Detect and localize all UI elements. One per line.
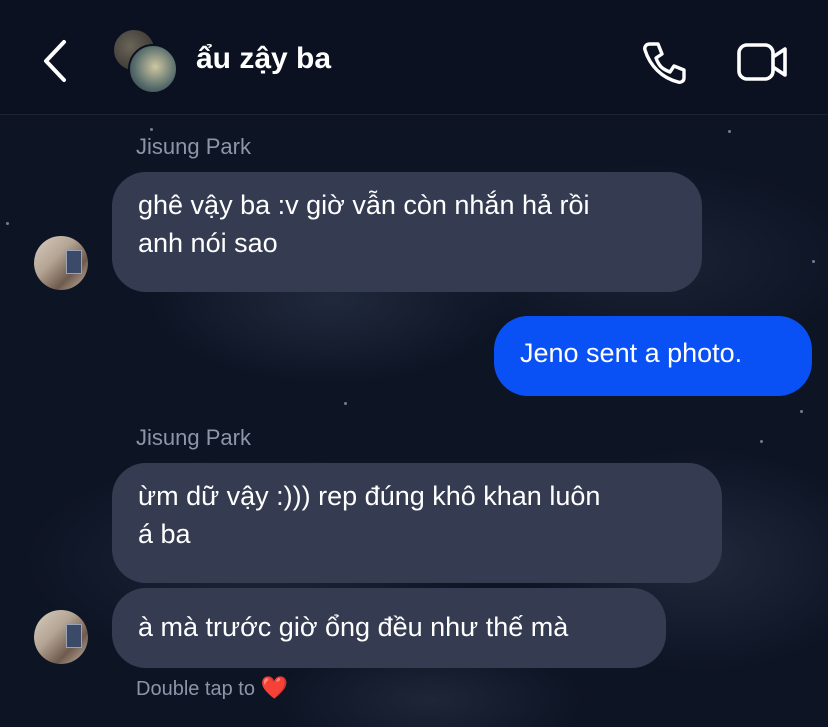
message-text: ghê vậy ba :v giờ vẫn còn nhắn hả rồi (138, 190, 590, 220)
message-text: Jeno sent a photo. (520, 338, 743, 368)
sender-avatar[interactable] (34, 610, 88, 664)
video-call-button[interactable] (736, 40, 790, 84)
message-bubble[interactable]: à mà trước giờ ổng đều như thế mà (112, 588, 666, 668)
message-bubble-outgoing[interactable]: Jeno sent a photo. (494, 316, 812, 396)
hint-text: Double tap to (136, 678, 255, 700)
thread-title[interactable]: ẩu zậy ba (196, 42, 331, 76)
group-avatar[interactable] (112, 28, 180, 94)
message-text: à mà trước giờ ổng đều như thế mà (138, 612, 569, 642)
message-bubble[interactable]: ghê vậy ba :v giờ vẫn còn nhắn hả rồi an… (112, 172, 702, 292)
heart-icon: ❤️ (260, 675, 288, 700)
chat-header: ẩu zậy ba (0, 0, 828, 115)
back-button[interactable] (36, 36, 76, 86)
message-text: anh nói sao (138, 228, 278, 258)
sender-name: Jisung Park (136, 134, 251, 159)
message-bubble[interactable]: ừm dữ vậy :))) rep đúng khô khan luôn á … (112, 463, 722, 583)
sender-avatar[interactable] (34, 236, 88, 290)
phone-icon (643, 42, 686, 84)
voice-call-button[interactable] (640, 38, 688, 86)
member-avatar (128, 44, 178, 94)
message-text: á ba (138, 519, 191, 549)
video-camera-icon (737, 43, 787, 81)
message-text: ừm dữ vậy :))) rep đúng khô khan luôn (138, 481, 601, 511)
double-tap-hint: Double tap to ❤️ (136, 675, 288, 701)
sender-name: Jisung Park (136, 425, 251, 450)
chevron-left-icon (44, 40, 66, 82)
